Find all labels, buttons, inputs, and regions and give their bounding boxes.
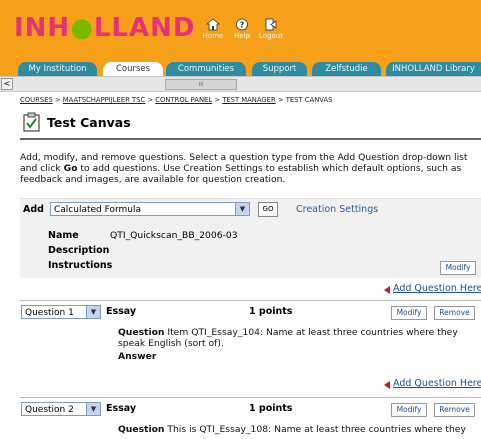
tab-bar: My Institution Courses Communities Suppo… [0, 58, 481, 76]
home-label: Home [202, 32, 224, 40]
intro-part2: to add questions. Use Creation Settings … [20, 163, 462, 185]
question-type-select[interactable]: Calculated Formula ▼ [50, 202, 250, 216]
logo-globe-o: ● [70, 13, 94, 43]
question-number-value: Question 2 [25, 405, 74, 415]
question-body: Question This is QTI_Essay_108: Name at … [118, 424, 476, 435]
name-value: QTI_Quickscan_BB_2006-03 [110, 230, 238, 241]
answer-row: Answer [118, 351, 476, 362]
chevron-down-icon[interactable]: ▼ [235, 203, 249, 215]
tab-communities[interactable]: Communities [166, 62, 246, 76]
breadcrumb-separator: > [277, 96, 284, 104]
intro-text: Add, modify, and remove questions. Selec… [20, 152, 478, 185]
tab-support[interactable]: Support [252, 62, 307, 76]
chevron-down-icon[interactable]: ▼ [86, 403, 100, 415]
title-divider [20, 138, 481, 140]
question-number-select[interactable]: Question 1 ▼ [21, 305, 101, 319]
question-points: 1 points [249, 306, 293, 317]
question-number-select[interactable]: Question 2 ▼ [21, 402, 101, 416]
help-icon: ? [236, 18, 248, 31]
breadcrumb-course[interactable]: MAATSCHAPPIJLEER TSC [63, 96, 145, 104]
question-label: Question [118, 424, 165, 435]
tab-my-institution[interactable]: My Institution [18, 62, 97, 76]
logout-button[interactable]: Logout [258, 18, 284, 40]
top-banner: INH●LLAND Home ? Help Logout [0, 0, 481, 58]
question-label: Question [118, 327, 165, 338]
go-button[interactable]: GO [258, 202, 278, 217]
clipboard-icon [23, 112, 40, 132]
logo-text-left: INH [14, 13, 71, 43]
red-arrow-icon [384, 286, 390, 294]
question-header-row: Question 1 ▼ Essay 1 points Modify Remov… [20, 300, 481, 321]
logo-text-right: LLAND [93, 13, 196, 43]
scroll-thumb[interactable]: III [165, 79, 237, 90]
logout-icon [265, 18, 277, 31]
breadcrumb-separator: > [214, 96, 221, 104]
modify-question-button[interactable]: Modify [391, 306, 427, 320]
tab-inholland-library[interactable]: INHOLLAND Library [386, 62, 481, 76]
question-header-row: Question 2 ▼ Essay 1 points Modify Remov… [20, 397, 481, 418]
question-number-value: Question 1 [25, 308, 74, 318]
intro-bold: Go [63, 163, 78, 174]
help-label: Help [234, 32, 250, 40]
breadcrumb-separator: > [54, 96, 61, 104]
question-text: This is QTI_Essay_108: Name at least thr… [164, 424, 466, 435]
remove-question-button[interactable]: Remove [434, 306, 475, 320]
breadcrumb-separator: > [147, 96, 154, 104]
remove-question-button[interactable]: Remove [434, 403, 475, 417]
question-text: Item QTI_Essay_104: Name at least three … [118, 327, 458, 349]
tab-zelfstudie[interactable]: Zelfstudie [312, 62, 381, 76]
horizontal-scrollbar[interactable]: < III [0, 76, 481, 92]
add-question-bar: Add Calculated Formula ▼ GO Creation Set… [20, 198, 481, 221]
home-button[interactable]: Home [200, 18, 226, 40]
test-info-panel: Name QTI_Quickscan_BB_2006-03 Descriptio… [20, 221, 481, 278]
breadcrumb-courses[interactable]: COURSES [20, 96, 53, 104]
breadcrumb-control-panel[interactable]: CONTROL PANEL [155, 96, 212, 104]
help-button[interactable]: ? Help [229, 18, 255, 40]
name-label: Name [48, 230, 79, 241]
add-label: Add [23, 204, 44, 215]
breadcrumb-current: TEST CANVAS [285, 96, 333, 104]
breadcrumb: COURSES > MAATSCHAPPIJLEER TSC > CONTROL… [20, 96, 332, 104]
creation-settings-link[interactable]: Creation Settings [296, 204, 378, 215]
add-question-here-link[interactable]: Add Question Here [393, 378, 481, 389]
home-icon [206, 18, 220, 31]
modify-test-button[interactable]: Modify [440, 261, 476, 275]
svg-text:?: ? [240, 21, 245, 30]
scroll-left-arrow-icon[interactable]: < [1, 78, 13, 90]
page-title: Test Canvas [47, 115, 131, 130]
inholland-logo[interactable]: INH●LLAND [14, 14, 196, 42]
question-points: 1 points [249, 403, 293, 414]
instructions-label: Instructions [48, 260, 113, 271]
add-question-here-link[interactable]: Add Question Here [393, 283, 481, 294]
red-arrow-icon [384, 381, 390, 389]
chevron-down-icon[interactable]: ▼ [86, 306, 100, 318]
question-type: Essay [106, 403, 137, 414]
question-body: Question Item QTI_Essay_104: Name at lea… [118, 327, 476, 349]
tab-courses[interactable]: Courses [103, 62, 163, 76]
breadcrumb-test-manager[interactable]: TEST MANAGER [222, 96, 276, 104]
question-type-value: Calculated Formula [54, 205, 141, 215]
answer-label: Answer [118, 351, 157, 362]
logout-label: Logout [259, 32, 283, 40]
modify-question-button[interactable]: Modify [391, 403, 427, 417]
question-type: Essay [106, 306, 137, 317]
description-label: Description [48, 245, 110, 256]
